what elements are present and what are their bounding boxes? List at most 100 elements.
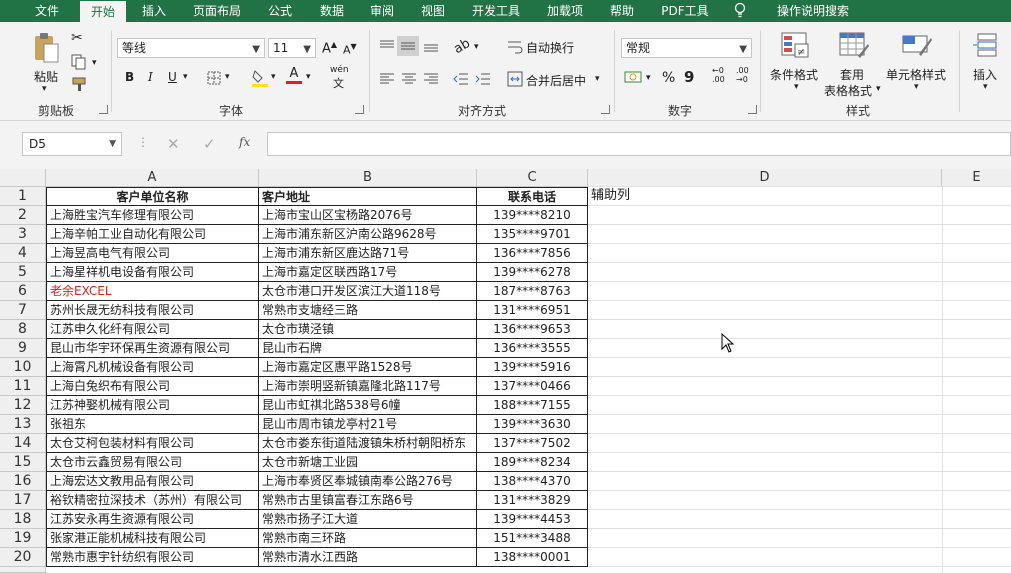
- bold-button[interactable]: B: [125, 70, 134, 84]
- name-box[interactable]: D5 ▼: [22, 132, 122, 156]
- merge-dropdown-arrow[interactable]: ▾: [595, 74, 600, 84]
- align-center-icon[interactable]: [401, 72, 417, 86]
- table-cell[interactable]: 151****3488: [477, 529, 588, 548]
- tab-formulas[interactable]: 公式: [258, 0, 302, 22]
- table-cell[interactable]: 昆山市石牌: [259, 339, 477, 358]
- insert-function-button[interactable]: fx: [239, 135, 250, 149]
- table-cell[interactable]: 常熟市古里镇富春江东路6号: [259, 491, 477, 510]
- table-cell[interactable]: 上海辛帕工业自动化有限公司: [46, 225, 259, 244]
- copy-dropdown-arrow[interactable]: ▾: [92, 58, 97, 68]
- tab-page-layout[interactable]: 页面布局: [186, 0, 248, 22]
- conditional-formatting-icon[interactable]: ≠: [780, 30, 810, 60]
- table-cell[interactable]: 131****6951: [477, 301, 588, 320]
- table-cell[interactable]: 上海宏达文教用品有限公司: [46, 472, 259, 491]
- table-cell[interactable]: 联系电话: [477, 187, 588, 206]
- table-cell[interactable]: 136****7856: [477, 244, 588, 263]
- fill-color-icon[interactable]: [251, 68, 269, 88]
- table-cell[interactable]: 张祖东: [46, 415, 259, 434]
- number-format-select[interactable]: 常规 ▼: [621, 38, 752, 58]
- table-cell[interactable]: 太仓市娄东街道陆渡镇朱桥村朝阳桥东: [259, 434, 477, 453]
- table-cell[interactable]: 客户单位名称: [46, 187, 259, 206]
- paste-button[interactable]: 粘贴: [34, 68, 58, 85]
- orientation-icon[interactable]: ab: [451, 36, 473, 57]
- row-header[interactable]: 4: [0, 244, 46, 263]
- tab-insert[interactable]: 插入: [134, 0, 174, 22]
- row-header[interactable]: 1: [0, 187, 46, 206]
- table-cell[interactable]: 昆山市虹祺北路538号6幢: [259, 396, 477, 415]
- enter-icon[interactable]: ✓: [203, 135, 216, 153]
- table-cell[interactable]: 太仓市新塘工业园: [259, 453, 477, 472]
- table-cell[interactable]: 太仓艾柯包装材料有限公司: [46, 434, 259, 453]
- paste-icon[interactable]: [33, 32, 61, 64]
- table-cell[interactable]: 189****8234: [477, 453, 588, 472]
- table-cell[interactable]: 苏州长晟无纺科技有限公司: [46, 301, 259, 320]
- format-as-table-button-line1[interactable]: 套用: [840, 66, 864, 83]
- table-cell[interactable]: 上海市嘉定区联西路17号: [259, 263, 477, 282]
- tab-file[interactable]: 文件: [22, 0, 72, 22]
- table-cell[interactable]: 客户地址: [259, 187, 477, 206]
- select-all-corner[interactable]: [0, 169, 46, 187]
- row-header[interactable]: 18: [0, 510, 46, 529]
- table-cell[interactable]: 135****9701: [477, 225, 588, 244]
- row-header[interactable]: 16: [0, 472, 46, 491]
- tab-data[interactable]: 数据: [312, 0, 352, 22]
- cancel-icon[interactable]: ✕: [167, 135, 180, 153]
- row-header[interactable]: 12: [0, 396, 46, 415]
- table-cell[interactable]: 138****0001: [477, 548, 588, 567]
- tab-home[interactable]: 开始: [80, 1, 126, 22]
- number-launcher[interactable]: [748, 105, 757, 114]
- table-cell[interactable]: 裕钦精密拉深技术（苏州）有限公司: [46, 491, 259, 510]
- tab-pdf-tools[interactable]: PDF工具: [654, 0, 716, 22]
- align-left-icon[interactable]: [379, 72, 395, 86]
- comma-style-button[interactable]: 9: [684, 68, 694, 86]
- table-cell[interactable]: 136****3555: [477, 339, 588, 358]
- decrease-indent-icon[interactable]: [453, 72, 469, 86]
- formula-input[interactable]: [267, 132, 1011, 156]
- table-cell[interactable]: 太仓市港口开发区滨江大道118号: [259, 282, 477, 301]
- table-cell[interactable]: 上海市嘉定区惠平路1528号: [259, 358, 477, 377]
- column-header-b[interactable]: B: [259, 169, 477, 187]
- table-cell[interactable]: 139****6278: [477, 263, 588, 282]
- row-header[interactable]: 10: [0, 358, 46, 377]
- row-header[interactable]: 13: [0, 415, 46, 434]
- helper-column-header[interactable]: 辅助列: [588, 187, 942, 206]
- font-color-dropdown-arrow[interactable]: ▾: [306, 72, 311, 82]
- align-right-icon[interactable]: [423, 72, 439, 86]
- conditional-formatting-arrow[interactable]: ▾: [794, 82, 799, 92]
- tab-review[interactable]: 审阅: [362, 0, 402, 22]
- orientation-dropdown-arrow[interactable]: ▾: [474, 42, 479, 52]
- increase-font-icon[interactable]: A▲: [322, 40, 337, 56]
- font-name-select[interactable]: 等线 ▼: [117, 38, 265, 58]
- row-header[interactable]: 8: [0, 320, 46, 339]
- table-cell[interactable]: 136****9653: [477, 320, 588, 339]
- align-bottom-icon[interactable]: [423, 39, 439, 53]
- underline-dropdown-arrow[interactable]: ▾: [183, 72, 188, 82]
- decrease-decimal-icon[interactable]: .00 →0: [736, 66, 749, 84]
- merge-center-icon[interactable]: [507, 71, 523, 87]
- table-cell[interactable]: 上海市浦东新区沪南公路9628号: [259, 225, 477, 244]
- table-cell[interactable]: 江苏申久化纤有限公司: [46, 320, 259, 339]
- row-header[interactable]: 19: [0, 529, 46, 548]
- table-cell[interactable]: 常熟市惠宇针纺织有限公司: [46, 548, 259, 567]
- increase-decimal-icon[interactable]: ←0.00: [712, 66, 725, 84]
- cell-styles-button[interactable]: 单元格样式: [886, 66, 946, 83]
- font-color-icon[interactable]: A: [286, 67, 302, 84]
- table-cell[interactable]: 131****3829: [477, 491, 588, 510]
- table-cell[interactable]: 137****0466: [477, 377, 588, 396]
- table-cell[interactable]: 139****3630: [477, 415, 588, 434]
- table-cell[interactable]: 常熟市清水江西路: [259, 548, 477, 567]
- table-cell[interactable]: 上海市浦东新区鹿达路71号: [259, 244, 477, 263]
- row-header[interactable]: 9: [0, 339, 46, 358]
- conditional-formatting-button[interactable]: 条件格式: [770, 66, 818, 83]
- table-cell[interactable]: 常熟市扬子江大道: [259, 510, 477, 529]
- cut-icon[interactable]: ✂: [71, 30, 83, 46]
- table-cell[interactable]: 上海市崇明竖新镇嘉隆北路117号: [259, 377, 477, 396]
- insert-cells-arrow[interactable]: ▾: [983, 82, 988, 92]
- column-header-e[interactable]: E: [942, 169, 1011, 187]
- column-header-c[interactable]: C: [477, 169, 588, 187]
- table-cell[interactable]: 上海市奉贤区奉城镇南奉公路276号: [259, 472, 477, 491]
- table-cell[interactable]: 上海白兔织布有限公司: [46, 377, 259, 396]
- table-cell[interactable]: 江苏安永再生资源有限公司: [46, 510, 259, 529]
- insert-cells-button[interactable]: 插入: [973, 66, 997, 83]
- row-header[interactable]: 17: [0, 491, 46, 510]
